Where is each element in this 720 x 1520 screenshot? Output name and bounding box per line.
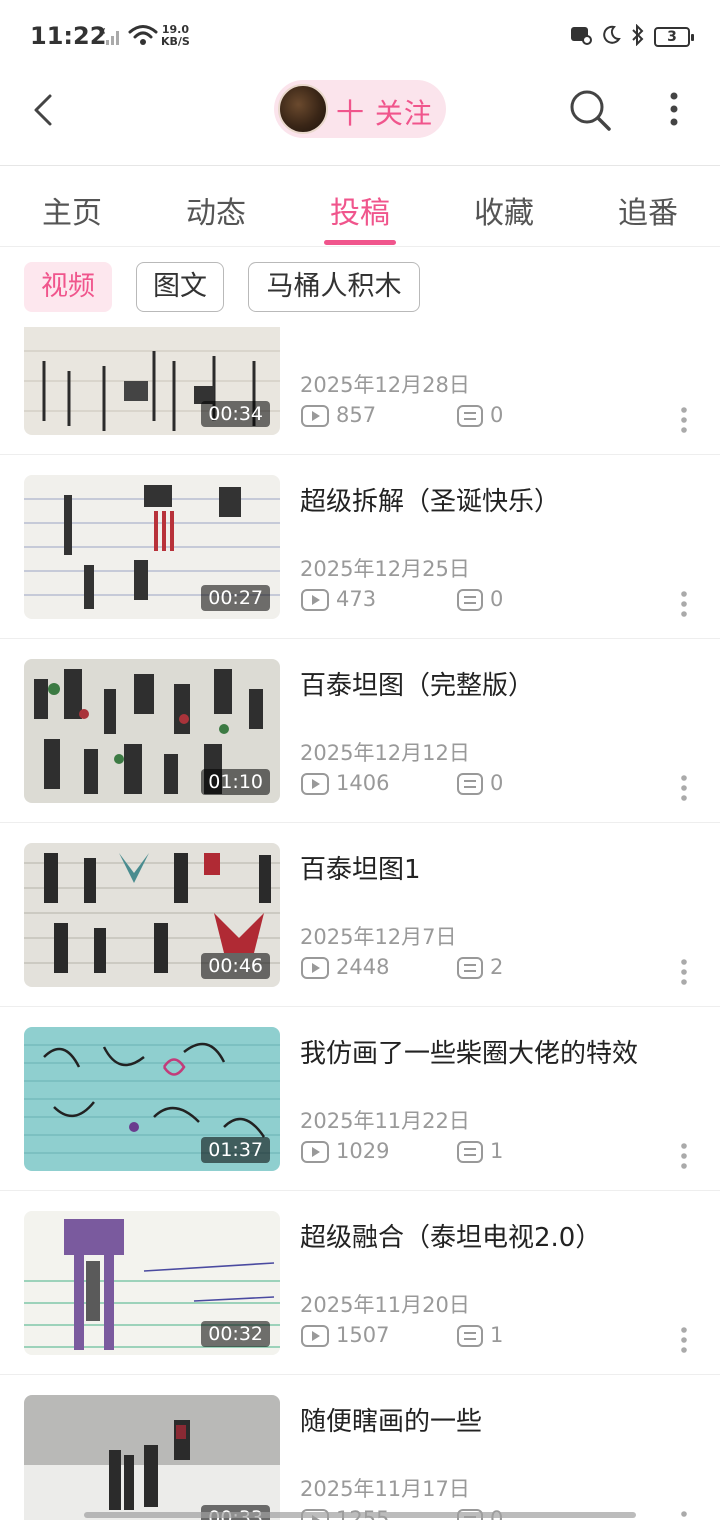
video-duration: 00:27 bbox=[201, 585, 270, 611]
video-thumbnail[interactable]: 00:32 bbox=[24, 1211, 280, 1355]
top-app-bar: 十 关注 bbox=[0, 72, 720, 166]
network-speed-unit: KB/S bbox=[161, 35, 190, 48]
view-count: 1406 bbox=[336, 771, 390, 795]
comment-count-icon bbox=[456, 772, 484, 796]
video-thumbnail[interactable]: 00:33 bbox=[24, 1395, 280, 1520]
comment-count-icon bbox=[456, 1140, 484, 1164]
upload-date: 2025年11月17日 bbox=[300, 1477, 470, 1501]
comment-count: 0 bbox=[490, 587, 504, 611]
list-item[interactable]: 00:33 随便瞎画的一些 2025年11月17日 1255 0 bbox=[0, 1375, 720, 1520]
battery-icon: 3 bbox=[654, 27, 694, 47]
home-indicator[interactable] bbox=[84, 1512, 636, 1518]
list-item[interactable]: 01:37 我仿画了一些柴圈大佬的特效 2025年11月22日 1029 1 bbox=[0, 1007, 720, 1191]
moon-icon bbox=[600, 24, 622, 50]
back-arrow-icon[interactable] bbox=[28, 90, 64, 130]
play-count-icon bbox=[300, 1324, 330, 1348]
list-item[interactable]: 00:32 超级融合（泰坦电视2.0） 2025年11月20日 1507 1 bbox=[0, 1191, 720, 1375]
signal-icon: × bbox=[98, 26, 124, 50]
more-vertical-icon[interactable] bbox=[676, 1141, 692, 1171]
filter-video[interactable]: 视频 bbox=[24, 262, 112, 312]
more-vertical-icon[interactable] bbox=[676, 773, 692, 803]
play-count-icon bbox=[300, 1140, 330, 1164]
more-vertical-icon[interactable] bbox=[676, 1509, 692, 1520]
network-speed: 19.0 KB/S bbox=[161, 24, 190, 48]
notification-off-icon bbox=[570, 25, 592, 49]
video-thumbnail[interactable]: 00:34 bbox=[24, 327, 280, 435]
search-icon[interactable] bbox=[568, 88, 612, 132]
tab-favorites[interactable]: 收藏 bbox=[454, 188, 554, 232]
video-title: 随便瞎画的一些 bbox=[300, 1407, 483, 1437]
avatar[interactable] bbox=[278, 84, 328, 134]
more-vertical-icon[interactable] bbox=[676, 589, 692, 619]
svg-text:×: × bbox=[98, 26, 106, 37]
video-thumbnail[interactable]: 01:37 bbox=[24, 1027, 280, 1171]
upload-date: 2025年12月25日 bbox=[300, 557, 470, 581]
video-duration: 00:46 bbox=[201, 953, 270, 979]
more-vertical-icon[interactable] bbox=[676, 957, 692, 987]
view-count: 1507 bbox=[336, 1323, 390, 1347]
status-time: 11:22 bbox=[30, 22, 107, 50]
follow-button[interactable]: 十 关注 bbox=[274, 80, 446, 138]
tab-dynamics[interactable]: 动态 bbox=[166, 188, 266, 232]
video-thumbnail[interactable]: 01:10 bbox=[24, 659, 280, 803]
active-tab-indicator bbox=[324, 240, 396, 245]
status-bar: 11:22 × 19.0 KB/S 3 bbox=[0, 0, 720, 72]
bluetooth-icon bbox=[630, 23, 646, 50]
comment-count-icon bbox=[456, 1324, 484, 1348]
video-duration: 01:10 bbox=[201, 769, 270, 795]
more-vertical-icon[interactable] bbox=[662, 88, 686, 132]
video-duration: 00:32 bbox=[201, 1321, 270, 1347]
view-count: 1029 bbox=[336, 1139, 390, 1163]
list-item[interactable]: 00:27 超级拆解（圣诞快乐） 2025年12月25日 473 0 bbox=[0, 455, 720, 639]
status-icons: 3 bbox=[570, 23, 694, 50]
view-count: 857 bbox=[336, 403, 377, 427]
comment-count: 2 bbox=[490, 955, 504, 979]
list-item[interactable]: 01:10 百泰坦图（完整版） 2025年12月12日 1406 0 bbox=[0, 639, 720, 823]
comment-count: 0 bbox=[490, 771, 504, 795]
more-vertical-icon[interactable] bbox=[676, 405, 692, 435]
comment-count-icon bbox=[456, 404, 484, 428]
more-vertical-icon[interactable] bbox=[676, 1325, 692, 1355]
filter-toilet-man-blocks[interactable]: 马桶人积木 bbox=[248, 262, 420, 312]
video-title: 百泰坦图1 bbox=[300, 855, 421, 885]
upload-date: 2025年12月7日 bbox=[300, 925, 457, 949]
video-title: 超级融合（泰坦电视2.0） bbox=[300, 1223, 602, 1253]
tab-bangumi[interactable]: 追番 bbox=[598, 188, 698, 232]
filter-image-text[interactable]: 图文 bbox=[136, 262, 224, 312]
video-thumbnail[interactable]: 00:46 bbox=[24, 843, 280, 987]
play-count-icon bbox=[300, 588, 330, 612]
list-item[interactable]: 00:34 2025年12月28日 857 0 bbox=[0, 327, 720, 455]
follow-label: 十 关注 bbox=[336, 97, 433, 130]
play-count-icon bbox=[300, 772, 330, 796]
comment-count-icon bbox=[456, 588, 484, 612]
comment-count: 1 bbox=[490, 1323, 504, 1347]
upload-date: 2025年11月22日 bbox=[300, 1109, 470, 1133]
video-title: 我仿画了一些柴圈大佬的特效 bbox=[300, 1039, 639, 1069]
list-item[interactable]: 00:46 百泰坦图1 2025年12月7日 2448 2 bbox=[0, 823, 720, 1007]
video-thumbnail[interactable]: 00:27 bbox=[24, 475, 280, 619]
profile-tabs: 主页 动态 投稿 收藏 追番 bbox=[0, 166, 720, 247]
video-list: 00:34 2025年12月28日 857 0 00:27 超级拆解（圣诞快乐）… bbox=[0, 327, 720, 1520]
video-title: 超级拆解（圣诞快乐） bbox=[300, 487, 561, 517]
video-duration: 00:34 bbox=[201, 401, 270, 427]
upload-date: 2025年11月20日 bbox=[300, 1293, 470, 1317]
wifi-icon bbox=[128, 24, 158, 50]
tab-home[interactable]: 主页 bbox=[22, 188, 122, 232]
comment-count: 1 bbox=[490, 1139, 504, 1163]
view-count: 473 bbox=[336, 587, 377, 611]
upload-date: 2025年12月28日 bbox=[300, 373, 470, 397]
play-count-icon bbox=[300, 956, 330, 980]
view-count: 2448 bbox=[336, 955, 390, 979]
video-duration: 01:37 bbox=[201, 1137, 270, 1163]
video-title: 百泰坦图（完整版） bbox=[300, 671, 535, 701]
play-count-icon bbox=[300, 404, 330, 428]
tab-uploads[interactable]: 投稿 bbox=[310, 188, 410, 232]
comment-count-icon bbox=[456, 956, 484, 980]
upload-date: 2025年12月12日 bbox=[300, 741, 470, 765]
comment-count: 0 bbox=[490, 403, 504, 427]
